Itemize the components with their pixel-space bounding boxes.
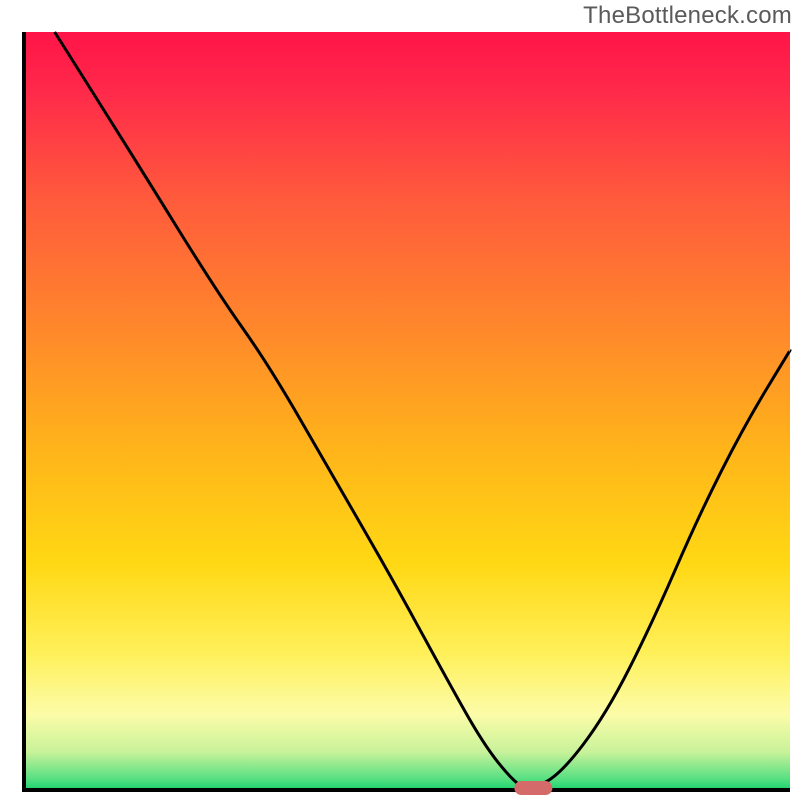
watermark-text: TheBottleneck.com [583,2,792,30]
bottleneck-chart: TheBottleneck.com [0,0,800,800]
optimal-marker [514,781,552,795]
chart-svg [0,0,800,800]
plot-background [24,32,790,790]
